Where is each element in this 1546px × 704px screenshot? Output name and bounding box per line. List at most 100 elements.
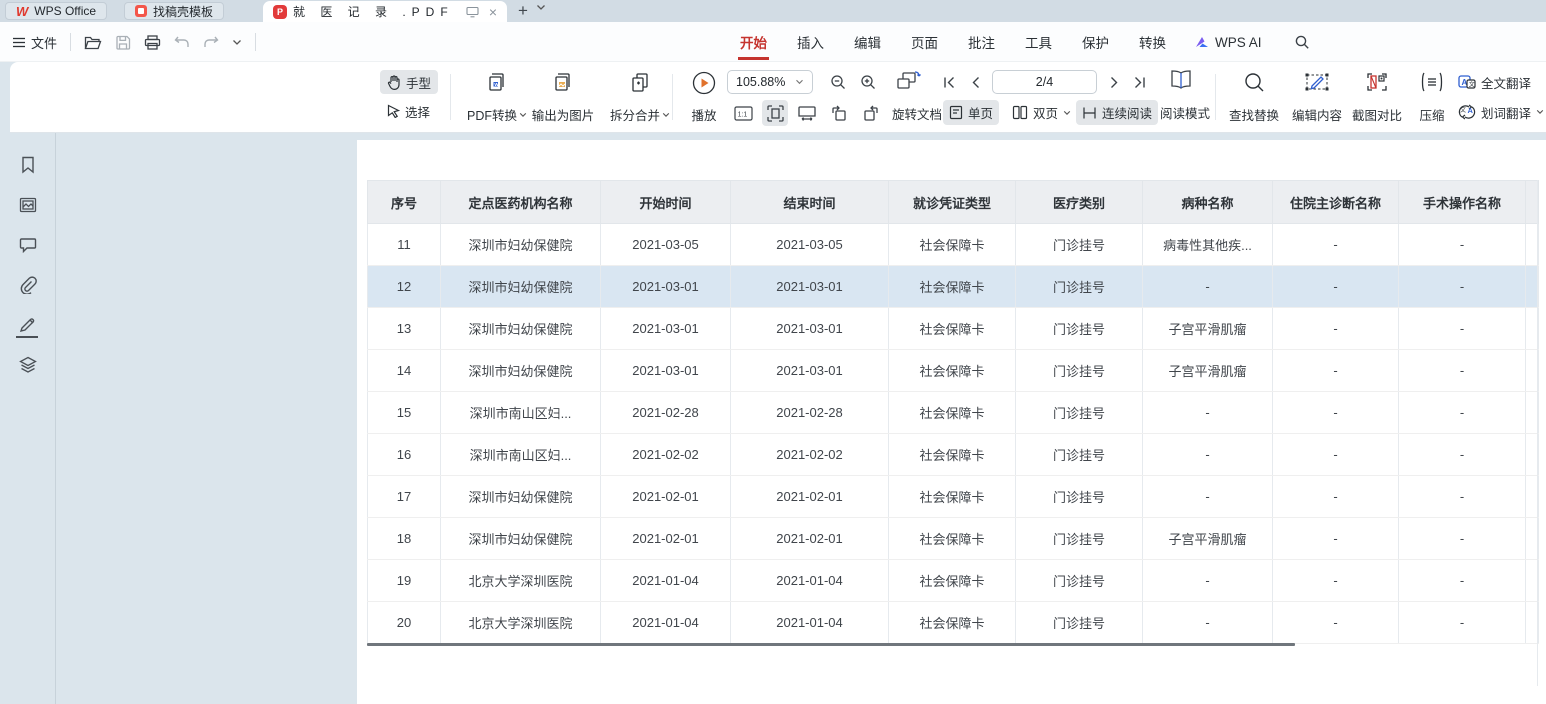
hand-tool-button[interactable]: 手型 xyxy=(380,70,438,94)
column-header: 手术操作名称 xyxy=(1399,181,1526,224)
layers-icon[interactable] xyxy=(18,355,38,375)
rotate-doc-label[interactable]: 旋转文档 xyxy=(892,104,942,123)
export-image-button[interactable]: 输出为图片 xyxy=(523,68,603,126)
signature-icon[interactable] xyxy=(18,315,38,335)
word-translate-label: 划词翻译 xyxy=(1481,103,1531,122)
menu-edit[interactable]: 编辑 xyxy=(852,22,883,62)
zoom-level-value: 105.88% xyxy=(736,75,785,89)
menu-tools[interactable]: 工具 xyxy=(1023,22,1054,62)
file-menu-label: 文件 xyxy=(31,33,57,52)
attachment-icon[interactable] xyxy=(18,275,38,295)
table-cell: - xyxy=(1273,224,1399,266)
bookmark-icon[interactable] xyxy=(18,155,38,175)
menu-convert[interactable]: 转换 xyxy=(1137,22,1168,62)
table-cell: 社会保障卡 xyxy=(889,434,1016,476)
table-cell: 2021-02-01 xyxy=(601,518,731,560)
divider xyxy=(450,74,451,120)
menu-protect[interactable]: 保护 xyxy=(1080,22,1111,62)
page-indicator-input[interactable] xyxy=(992,70,1097,94)
find-replace-button[interactable]: 查找替换 xyxy=(1224,68,1284,126)
svg-text:W: W xyxy=(494,82,499,87)
tab-list-chevron-icon[interactable] xyxy=(536,4,546,11)
zoom-out-icon[interactable] xyxy=(825,69,851,95)
close-tab-icon[interactable]: × xyxy=(489,4,497,20)
tab-document[interactable]: P 就 医 记 录 .PDF × xyxy=(263,1,507,22)
split-merge-button[interactable]: 拆分合并 xyxy=(602,68,678,126)
column-header: 定点医药机构名称 xyxy=(441,181,601,224)
play-button[interactable]: 播放 xyxy=(682,68,726,126)
medical-records-table: 序号定点医药机构名称开始时间结束时间就诊凭证类型医疗类别病种名称住院主诊断名称手… xyxy=(367,180,1539,644)
table-cell: 2021-03-05 xyxy=(601,224,731,266)
thumbnail-icon[interactable] xyxy=(18,195,38,215)
tab-wps-office[interactable]: W WPS Office xyxy=(5,2,107,20)
select-tool-button[interactable]: 选择 xyxy=(380,99,438,123)
fit-page-icon[interactable] xyxy=(762,100,788,126)
table-row: 15深圳市南山区妇...2021-02-282021-02-28社会保障卡门诊挂… xyxy=(368,392,1539,434)
svg-text:A: A xyxy=(1468,106,1474,115)
continuous-reading-button[interactable]: 连续阅读 xyxy=(1076,100,1158,125)
table-cell: 门诊挂号 xyxy=(1016,266,1143,308)
rotate-pages-icon[interactable] xyxy=(892,68,926,94)
column-header: 住院主诊断名称 xyxy=(1273,181,1399,224)
table-cell: 2021-02-01 xyxy=(731,518,889,560)
read-mode-button[interactable]: 阅读模式 xyxy=(1154,100,1216,125)
read-mode-icon[interactable] xyxy=(1166,67,1196,93)
screenshot-compare-button[interactable]: 截图对比 xyxy=(1347,68,1407,126)
menu-insert[interactable]: 插入 xyxy=(795,22,826,62)
table-cell: 社会保障卡 xyxy=(889,308,1016,350)
menu-home[interactable]: 开始 xyxy=(738,22,769,62)
file-menu-button[interactable]: 文件 xyxy=(12,33,57,52)
table-cell: 2021-02-28 xyxy=(731,392,889,434)
fit-width-icon[interactable] xyxy=(794,100,820,126)
zoom-in-icon[interactable] xyxy=(855,69,881,95)
table-cell: 深圳市妇幼保健院 xyxy=(441,266,601,308)
table-cell: 2021-03-01 xyxy=(731,308,889,350)
last-page-icon[interactable] xyxy=(1128,69,1150,95)
table-cell: 子宫平滑肌瘤 xyxy=(1143,350,1273,392)
table-cell: - xyxy=(1273,308,1399,350)
table-cell: 深圳市妇幼保健院 xyxy=(441,224,601,266)
quick-access-chevron-icon[interactable] xyxy=(232,39,242,46)
next-page-icon[interactable] xyxy=(1104,69,1124,95)
new-tab-button[interactable]: + xyxy=(512,0,534,22)
redo-icon[interactable] xyxy=(203,35,219,49)
screenshot-compare-label: 截图对比 xyxy=(1352,105,1402,124)
table-cell: - xyxy=(1143,560,1273,602)
divider xyxy=(70,33,71,51)
tab-template[interactable]: 找稿壳模板 xyxy=(124,2,224,20)
first-page-icon[interactable] xyxy=(938,69,960,95)
save-icon[interactable] xyxy=(115,35,131,50)
search-icon[interactable] xyxy=(1294,34,1310,50)
two-page-button[interactable]: 双页 xyxy=(1006,100,1077,125)
table-cell: 12 xyxy=(368,266,441,308)
undo-icon[interactable] xyxy=(174,35,190,49)
actual-size-icon[interactable]: 1:1 xyxy=(730,100,756,126)
rotate-right-icon[interactable] xyxy=(858,100,884,126)
signature-underline xyxy=(16,336,38,338)
print-icon[interactable] xyxy=(144,35,161,50)
compress-button[interactable]: 压缩 xyxy=(1410,68,1454,126)
zoom-level-combo[interactable]: 105.88% xyxy=(727,70,813,94)
rotate-left-icon[interactable] xyxy=(826,100,852,126)
table-cell: 19 xyxy=(368,560,441,602)
table-cell: 2021-01-04 xyxy=(731,560,889,602)
menu-comment[interactable]: 批注 xyxy=(966,22,997,62)
table-cell: 16 xyxy=(368,434,441,476)
table-cell: - xyxy=(1143,392,1273,434)
table-row: 17深圳市妇幼保健院2021-02-012021-02-01社会保障卡门诊挂号-… xyxy=(368,476,1539,518)
table-cell: - xyxy=(1143,434,1273,476)
previous-page-icon[interactable] xyxy=(965,69,985,95)
monitor-icon[interactable] xyxy=(466,6,479,18)
wps-ai-button[interactable]: WPS AI xyxy=(1194,35,1262,50)
menubar: 开始 插入 编辑 页面 批注 工具 保护 转换 WPS AI xyxy=(738,22,1310,62)
edit-content-button[interactable]: 编辑内容 xyxy=(1287,68,1347,126)
pdf-page: 序号定点医药机构名称开始时间结束时间就诊凭证类型医疗类别病种名称住院主诊断名称手… xyxy=(357,140,1546,704)
open-file-icon[interactable] xyxy=(84,35,102,50)
menu-page[interactable]: 页面 xyxy=(909,22,940,62)
table-cell: - xyxy=(1399,224,1526,266)
word-translate-button[interactable]: A文 划词翻译 xyxy=(1458,100,1544,124)
single-page-button[interactable]: 单页 xyxy=(943,100,999,125)
comment-icon[interactable] xyxy=(18,235,38,255)
hand-tool-label: 手型 xyxy=(406,73,431,92)
full-translate-button[interactable]: A文 全文翻译 xyxy=(1458,70,1544,94)
